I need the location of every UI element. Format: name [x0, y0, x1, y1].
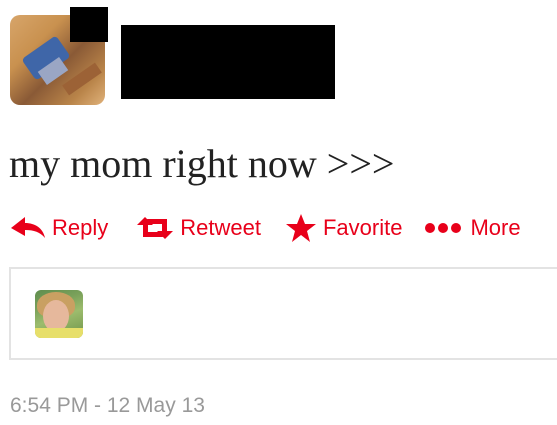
favorite-label: Favorite	[322, 215, 403, 240]
redaction-box	[70, 7, 108, 42]
reply-button[interactable]: Reply	[10, 215, 108, 241]
retweet-button[interactable]: Retweet	[136, 215, 261, 241]
retweet-icon	[136, 216, 174, 240]
favorite-button[interactable]: Favorite	[285, 213, 402, 243]
avatar-photo-detail	[35, 328, 83, 338]
avatar-photo-detail	[62, 62, 102, 96]
star-icon	[285, 213, 317, 243]
more-label: More	[470, 215, 521, 240]
tweet-timestamp[interactable]: 6:54 PM - 12 May 13	[10, 394, 205, 418]
more-button[interactable]: More	[424, 215, 521, 241]
tweet-actions: Reply Retweet Favorite More	[10, 210, 521, 246]
favorited-by-card	[9, 267, 557, 360]
favoriter-avatar[interactable]	[35, 290, 83, 338]
author-name-redaction	[121, 25, 335, 99]
retweet-label: Retweet	[180, 215, 261, 240]
reply-label: Reply	[52, 215, 109, 240]
tweet-text: my mom right now >>>	[9, 141, 395, 186]
ellipsis-dots-icon	[424, 221, 464, 235]
reply-arrow-icon	[10, 216, 46, 240]
